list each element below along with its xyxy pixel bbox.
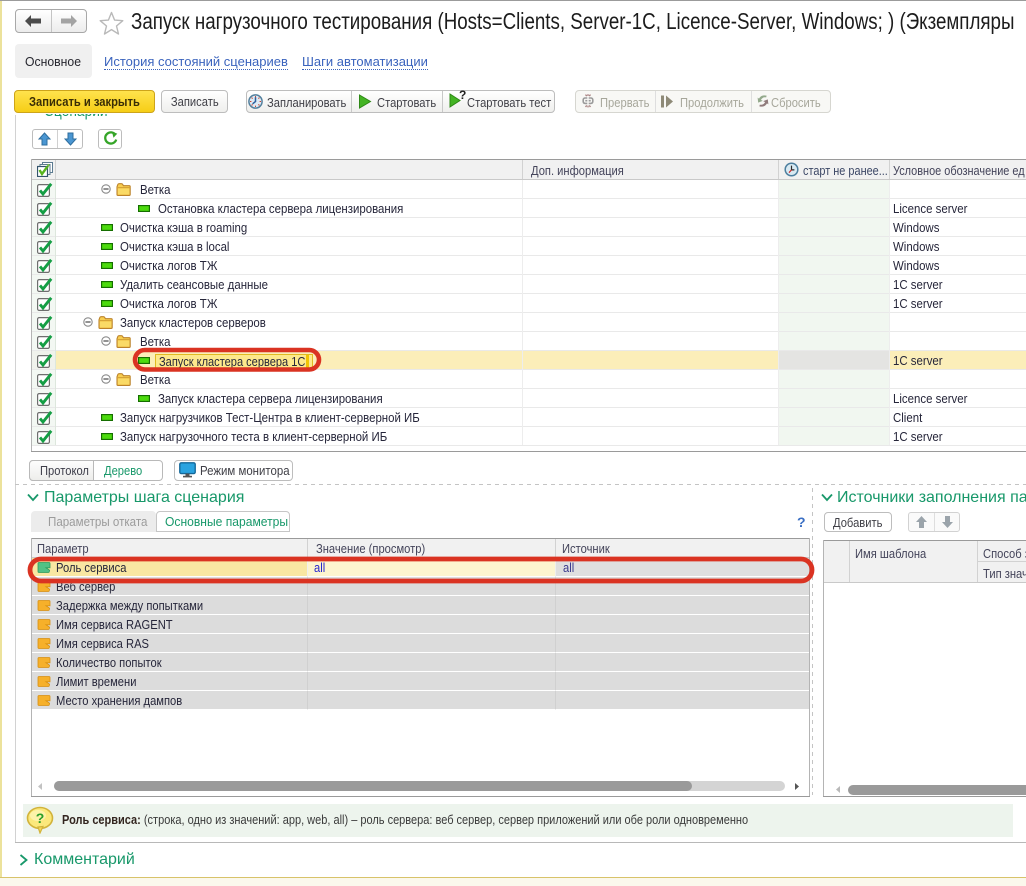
svg-text:?: ? xyxy=(36,810,45,826)
